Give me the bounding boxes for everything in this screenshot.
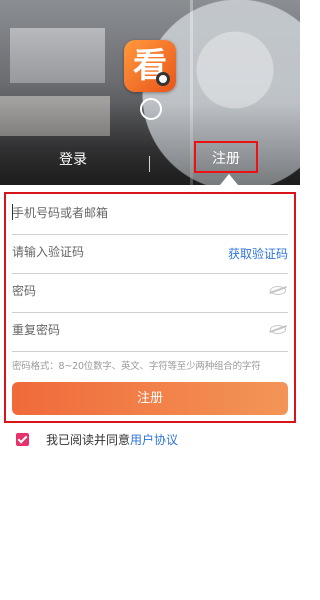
- agreement-checkbox[interactable]: [16, 433, 29, 446]
- app-logo-icon: 看: [124, 40, 176, 92]
- password-hint: 密码格式：8~20位数字、英文、字符等至少两种组合的字符: [12, 361, 261, 372]
- camera-lens-icon: [156, 72, 170, 86]
- auth-tabs: 登录 注册: [0, 140, 300, 180]
- agreement-label: 我已阅读并同意用户协议: [46, 431, 178, 448]
- text-cursor: [12, 204, 13, 220]
- header-banner: 看 登录 注册: [0, 0, 300, 185]
- register-button[interactable]: 注册: [12, 382, 288, 415]
- register-form: 获取验证码 密码格式：8~20位数字、英文、字符等至少两种组合的字符 注册: [4, 192, 296, 423]
- hide-confirm-password-eye-icon[interactable]: [270, 325, 286, 334]
- agreement-text: 我已阅读并同意: [46, 433, 131, 447]
- verification-code-field: 获取验证码: [12, 235, 288, 274]
- user-agreement-link[interactable]: 用户协议: [130, 433, 178, 447]
- verification-code-input[interactable]: [12, 245, 212, 259]
- confirm-password-input[interactable]: [12, 323, 212, 337]
- password-field: [12, 274, 288, 313]
- phone-email-input[interactable]: [12, 206, 212, 220]
- active-tab-indicator: [220, 174, 238, 185]
- tab-register[interactable]: 注册: [194, 141, 258, 173]
- tab-login[interactable]: 登录: [28, 140, 118, 180]
- password-input[interactable]: [12, 284, 212, 298]
- get-code-link[interactable]: 获取验证码: [228, 245, 288, 262]
- camera-robot-icon: [140, 98, 162, 120]
- confirm-password-field: [12, 313, 288, 352]
- phone-email-field: [12, 196, 288, 235]
- hide-password-eye-icon[interactable]: [270, 286, 286, 295]
- tab-divider: [149, 156, 150, 172]
